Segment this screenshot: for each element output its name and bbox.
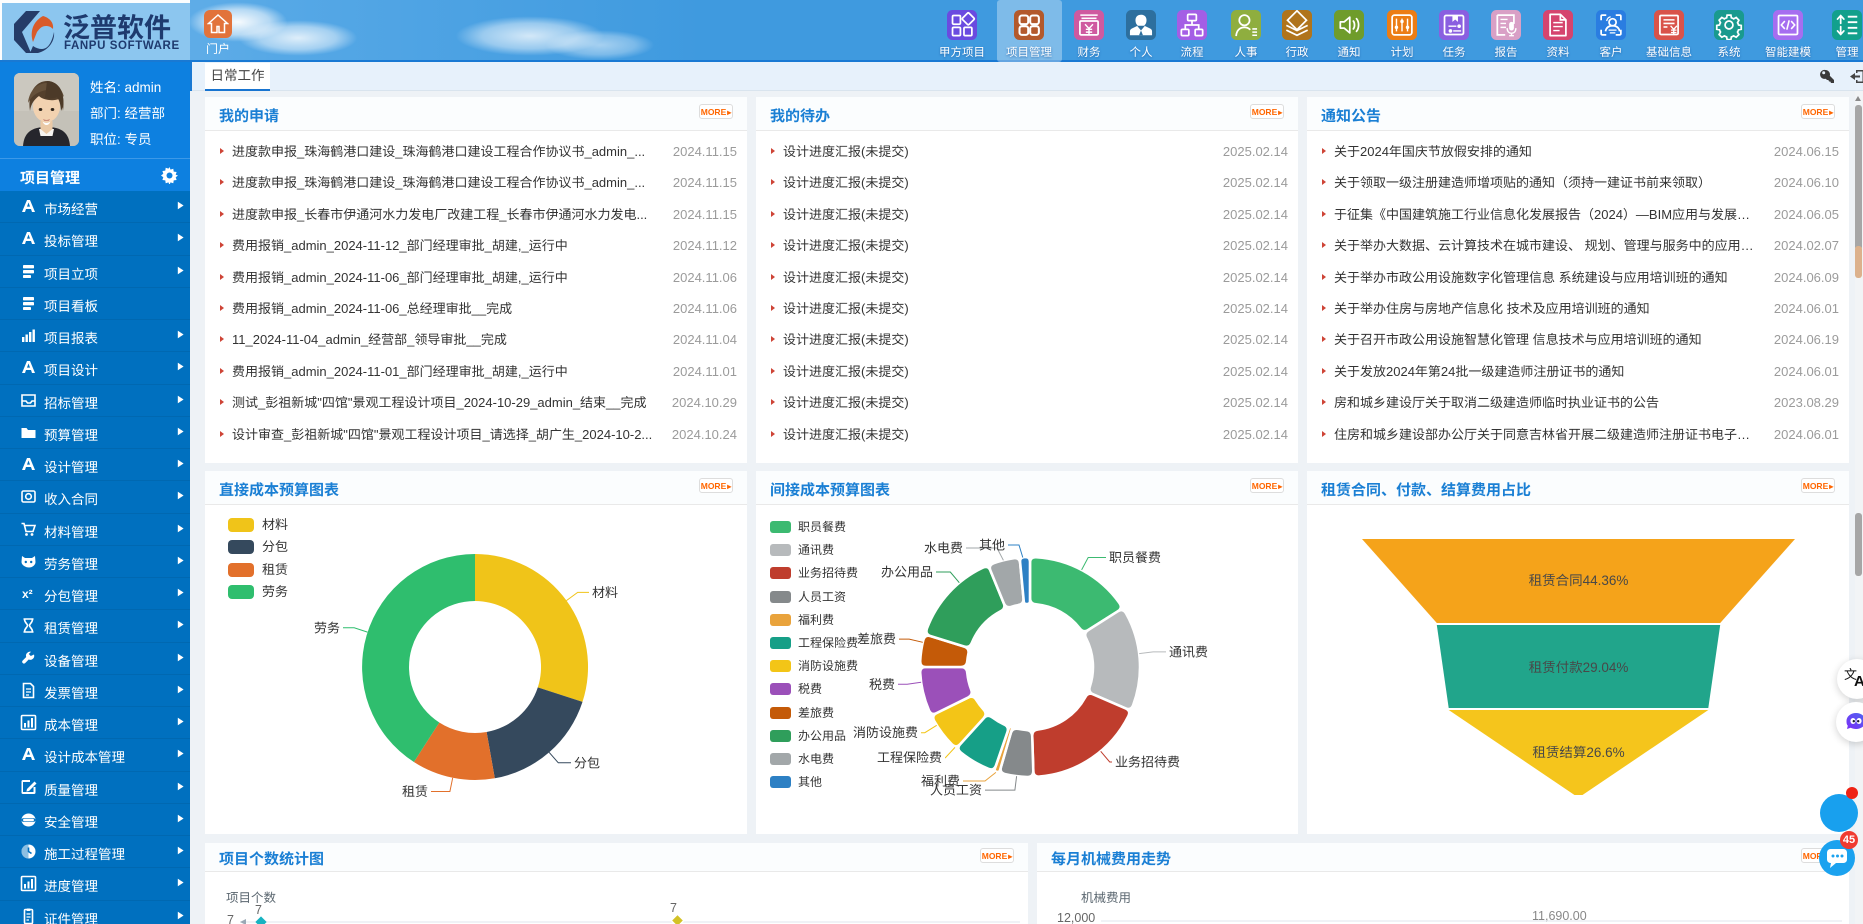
svg-text:其他: 其他 xyxy=(979,538,1005,553)
svg-text:水电费: 水电费 xyxy=(924,541,963,556)
svg-text:办公用品: 办公用品 xyxy=(881,565,933,580)
svg-text:租赁: 租赁 xyxy=(402,784,428,799)
svg-text:材料: 材料 xyxy=(592,585,618,600)
svg-text:租赁付款29.04%: 租赁付款29.04% xyxy=(1529,660,1629,675)
svg-text:消防设施费: 消防设施费 xyxy=(853,725,918,740)
svg-text:福利费: 福利费 xyxy=(921,774,960,789)
svg-text:税费: 税费 xyxy=(869,677,895,692)
svg-text:职员餐费: 职员餐费 xyxy=(1109,550,1161,565)
svg-text:通讯费: 通讯费 xyxy=(1169,644,1208,659)
svg-text:业务招待费: 业务招待费 xyxy=(1115,755,1180,770)
svg-text:分包: 分包 xyxy=(574,755,600,770)
svg-text:x²: x² xyxy=(22,587,33,601)
svg-text:劳务: 劳务 xyxy=(314,620,340,635)
svg-text:工程保险费: 工程保险费 xyxy=(877,750,942,765)
svg-text:租赁合同44.36%: 租赁合同44.36% xyxy=(1529,573,1629,588)
svg-text:租赁结算26.6%: 租赁结算26.6% xyxy=(1532,745,1624,760)
svg-text:差旅费: 差旅费 xyxy=(857,632,896,647)
